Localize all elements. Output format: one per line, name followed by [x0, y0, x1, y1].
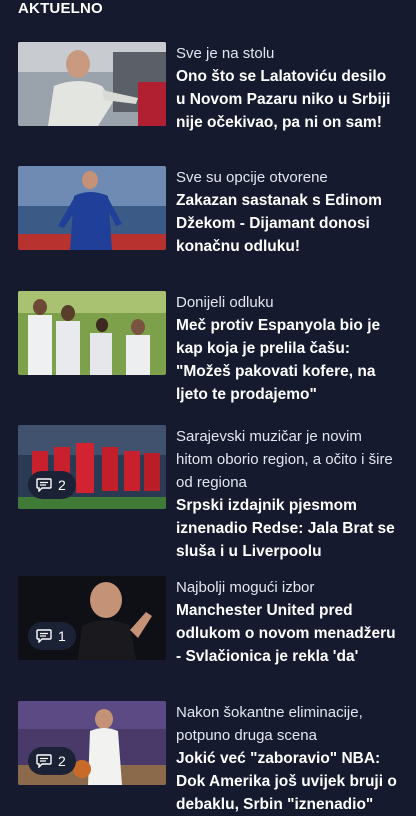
comment-count: 1: [58, 628, 66, 644]
news-feed: Sve je na stolu Ono što se Lalatoviću de…: [0, 0, 416, 813]
comment-badge[interactable]: 1: [28, 622, 76, 650]
comment-icon: [36, 629, 52, 643]
comment-badge[interactable]: 2: [28, 747, 76, 775]
comment-badge[interactable]: 2: [28, 471, 76, 499]
comment-icon: [36, 478, 52, 492]
coach-photo: [18, 42, 166, 126]
article-headline[interactable]: Meč protiv Espanyola bio je kap koja je …: [176, 314, 398, 406]
article-thumbnail[interactable]: 1: [18, 576, 166, 660]
article-headline[interactable]: Jokić već "zaboravio" NBA: Dok Amerika j…: [176, 747, 398, 816]
article-thumbnail[interactable]: [18, 166, 166, 250]
comment-count: 2: [58, 477, 66, 493]
article-kicker: Sve su opcije otvorene: [176, 169, 328, 186]
article-headline[interactable]: Srpski izdajnik pjesmom iznenadio Redse:…: [176, 494, 398, 563]
article-headline[interactable]: Ono što se Lalatoviću desilo u Novom Paz…: [176, 65, 398, 134]
article-kicker: Donijeli odluku: [176, 294, 274, 311]
article-kicker: Najbolji mogući izbor: [176, 579, 315, 596]
comment-icon: [36, 754, 52, 768]
players-photo: [18, 291, 166, 375]
article-thumbnail[interactable]: 2: [18, 701, 166, 785]
article-thumbnail[interactable]: [18, 42, 166, 126]
article-kicker: Sve je na stolu: [176, 45, 275, 62]
player-photo: [18, 166, 166, 250]
comment-count: 2: [58, 753, 66, 769]
article-headline[interactable]: Manchester United pred odlukom o novom m…: [176, 599, 398, 668]
article-headline[interactable]: Zakazan sastanak s Edinom Džekom - Dijam…: [176, 189, 398, 258]
article-kicker: Nakon šokantne eliminacije, potpuno drug…: [176, 704, 363, 744]
article-thumbnail[interactable]: 2: [18, 425, 166, 509]
article-kicker: Sarajevski muzičar je novim hitom oborio…: [176, 428, 393, 491]
article-thumbnail[interactable]: [18, 291, 166, 375]
